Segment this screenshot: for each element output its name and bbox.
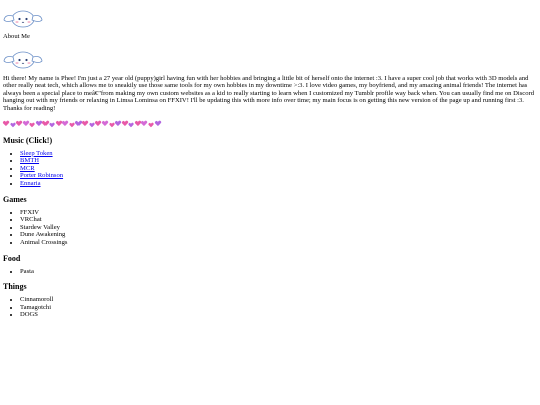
heart-icon: [23, 121, 29, 127]
music-list: Sleep Token BMTH MCR Porter Robinson Enn…: [3, 150, 537, 188]
list-item: Animal Crossings: [20, 239, 537, 247]
list-item: Sleep Token: [20, 150, 537, 158]
music-link-mcr[interactable]: MCR: [20, 165, 35, 172]
heart-icon: [43, 121, 49, 127]
heart-icon: [10, 123, 15, 128]
heart-icon: [141, 121, 147, 127]
list-item: Dune Awakening: [20, 231, 537, 239]
heart-icon: [109, 123, 114, 128]
list-item: Tamagotchi: [20, 304, 537, 312]
heart-icon: [69, 123, 74, 128]
list-item: MCR: [20, 165, 537, 173]
heart-icon: [62, 121, 68, 127]
heart-icon: [122, 121, 128, 127]
heart-icon: [3, 121, 9, 127]
cinnamoroll-icon: [3, 10, 43, 28]
heart-icon: [30, 123, 35, 128]
about-me-label: About Me: [3, 33, 30, 40]
list-item: Pasta: [20, 268, 537, 276]
food-heading: Food: [3, 253, 21, 263]
page: About Me Hi there! My name is Phee! I'm …: [0, 0, 540, 319]
list-item: VRChat: [20, 216, 537, 224]
list-item: Stardew Valley: [20, 224, 537, 232]
music-link-porter-robinson[interactable]: Porter Robinson: [20, 172, 63, 179]
music-heading: Music (Click!): [3, 135, 53, 145]
list-item: Ennaria: [20, 180, 537, 188]
heart-icon: [89, 123, 94, 128]
music-link-sleep-token[interactable]: Sleep Token: [20, 150, 53, 157]
games-list: FFXIV VRChat Stardew Valley Dune Awakeni…: [3, 209, 537, 247]
list-item: FFXIV: [20, 209, 537, 217]
heart-icon: [115, 121, 121, 127]
heart-icon: [129, 123, 134, 128]
list-item: Cinnamoroll: [20, 296, 537, 304]
heart-icon: [149, 123, 154, 128]
heart-icon: [82, 121, 88, 127]
heart-icon: [95, 121, 101, 127]
heart-icon: [155, 121, 161, 127]
heart-icon: [102, 121, 108, 127]
games-heading: Games: [3, 194, 27, 204]
music-link-bmth[interactable]: BMTH: [20, 157, 39, 164]
list-item: DOGS: [20, 311, 537, 319]
heart-icon: [16, 121, 22, 127]
things-heading: Things: [3, 282, 27, 292]
list-item: BMTH: [20, 157, 537, 165]
food-list: Pasta: [3, 268, 537, 276]
things-list: Cinnamoroll Tamagotchi DOGS: [3, 296, 537, 319]
list-item: Porter Robinson: [20, 172, 537, 180]
heart-icon: [50, 123, 55, 128]
hearts-divider: [3, 120, 537, 129]
music-link-ennaria[interactable]: Ennaria: [20, 180, 41, 187]
bio-paragraph: Hi there! My name is Phee! I'm just a 27…: [3, 74, 534, 112]
cinnamoroll-icon: [3, 51, 43, 68]
